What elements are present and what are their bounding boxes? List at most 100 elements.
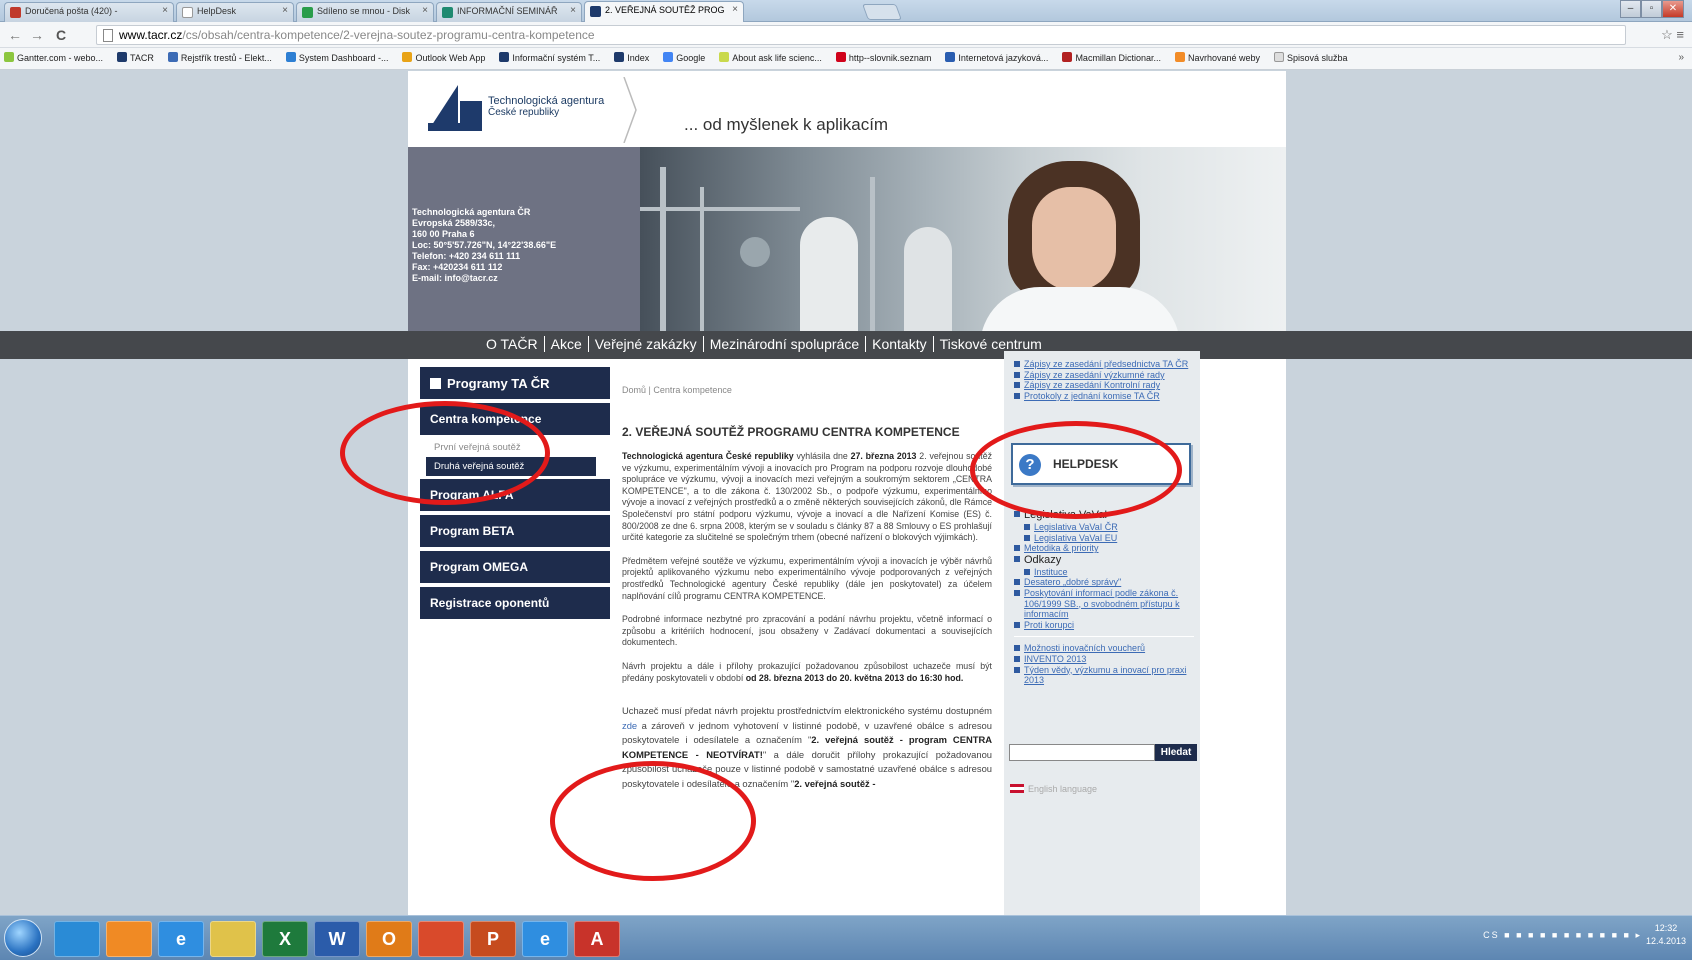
tab-close-icon[interactable]: ×	[732, 4, 738, 15]
star-icon[interactable]: ☆ ≡	[1661, 27, 1684, 43]
search-input[interactable]	[1009, 744, 1155, 761]
tab-close-icon[interactable]: ×	[422, 5, 428, 16]
bookmark-item[interactable]: Informační systém T...	[499, 52, 600, 63]
bookmark-item[interactable]: System Dashboard -...	[285, 52, 388, 63]
taskbar-app-icon[interactable]	[54, 921, 100, 957]
taskbar-app-icon[interactable]: A	[574, 921, 620, 957]
browser-tab[interactable]: HelpDesk ×	[176, 2, 294, 22]
taskbar-app-icon[interactable]	[418, 921, 464, 957]
minimize-button[interactable]: –	[1620, 0, 1641, 18]
bookmark-icon	[614, 52, 625, 62]
contact-info: Technologická agentura ČR Evropská 2589/3…	[412, 207, 556, 284]
bookmark-icon	[1174, 52, 1185, 62]
tacr-logo-icon[interactable]	[428, 85, 482, 131]
tab-close-icon[interactable]: ×	[162, 5, 168, 16]
bookmark-icon	[117, 52, 128, 62]
taskbar-app-icon[interactable]: e	[158, 921, 204, 957]
link-instituce[interactable]: Instituce	[1024, 567, 1194, 578]
language-indicator[interactable]: CS	[1483, 930, 1500, 940]
url-input[interactable]: www.tacr.cz/cs/obsah/centra-kompetence/2…	[96, 25, 1626, 45]
taskbar-app-icon[interactable]	[210, 921, 256, 957]
bookmarks-overflow-icon[interactable]: »	[1678, 52, 1684, 63]
left-menu-item[interactable]: Registrace oponentů	[420, 587, 610, 619]
forward-button[interactable]: →	[30, 27, 44, 43]
bookmark-icon	[1274, 52, 1285, 62]
taskbar-app-icon[interactable]	[106, 921, 152, 957]
link-vouchery[interactable]: Možnosti inovačních voucherů	[1014, 643, 1194, 654]
contact-box: Technologická agentura ČR Evropská 2589/3…	[408, 147, 640, 331]
right-link[interactable]: Zápisy ze zasedání Kontrolní rady	[1014, 380, 1194, 391]
topnav-item[interactable]: O TAČR	[480, 336, 545, 352]
main-content: Domů | Centra kompetence 2. VEŘEJNÁ SOUT…	[622, 367, 992, 792]
left-menu-item[interactable]: Program BETA	[420, 515, 610, 547]
bookmark-icon	[167, 52, 178, 62]
clock[interactable]: 12:32 12.4.2013	[1646, 922, 1686, 948]
bookmark-label: Rejstřík trestů - Elekt...	[180, 53, 272, 63]
english-link[interactable]: English language	[1028, 784, 1097, 794]
clock-date: 12.4.2013	[1645, 936, 1686, 946]
tab-close-icon[interactable]: ×	[570, 5, 576, 16]
taskbar-app-icon[interactable]: W	[314, 921, 360, 957]
browser-tab[interactable]: Sdíleno se mnou - Disk ×	[296, 2, 434, 22]
logo-line1: Technologická agentura	[488, 95, 605, 107]
bookmark-item[interactable]: Gantter.com - webo...	[4, 52, 103, 63]
bookmark-item[interactable]: TACR	[117, 52, 154, 63]
contact-line: Evropská 2589/33c,	[412, 218, 496, 228]
window-controls: – ▫ ✕	[1620, 0, 1684, 18]
bookmark-item[interactable]: About ask life scienc...	[719, 52, 822, 63]
link-odkazy[interactable]: Odkazy	[1014, 554, 1194, 567]
topnav-item[interactable]: Veřejné zakázky	[589, 336, 704, 352]
link-legislativa-cr[interactable]: Legislativa VaVaI ČR	[1024, 522, 1194, 533]
programs-menu-header[interactable]: Programy TA ČR	[420, 367, 610, 399]
uk-flag-icon	[1010, 784, 1024, 793]
bookmark-icon	[402, 52, 413, 62]
topnav-item[interactable]: Mezinárodní spolupráce	[704, 336, 867, 352]
link-legislativa-eu[interactable]: Legislativa VaVaI EU	[1024, 533, 1194, 544]
breadcrumb-current[interactable]: Centra kompetence	[653, 385, 732, 395]
taskbar-app-icon[interactable]: e	[522, 921, 568, 957]
bookmark-item[interactable]: Navrhované weby	[1174, 52, 1260, 63]
taskbar-app-icon[interactable]: O	[366, 921, 412, 957]
taskbar-app-icon[interactable]: X	[262, 921, 308, 957]
start-button[interactable]	[4, 919, 42, 957]
bookmark-item[interactable]: Internetová jazyková...	[945, 52, 1048, 63]
close-window-button[interactable]: ✕	[1662, 0, 1684, 18]
system-tray: CS ■ ■ ■ ■ ■ ■ ■ ■ ■ ■ ■ ▸	[1483, 930, 1642, 940]
bookmark-item[interactable]: Spisová služba	[1274, 52, 1348, 63]
bookmark-label: Index	[627, 53, 650, 63]
submission-link[interactable]: zde	[622, 720, 637, 731]
bookmark-item[interactable]: http--slovnik.seznam	[835, 52, 931, 63]
right-link[interactable]: Zápisy ze zasedání předsednictva TA ČR	[1014, 359, 1194, 370]
browser-tab[interactable]: Doručená pošta (420) - ×	[4, 2, 174, 22]
right-link[interactable]: Protokoly z jednání komise TA ČR	[1014, 391, 1194, 402]
link-desatero[interactable]: Desatero „dobré správy"	[1014, 577, 1194, 588]
taskbar-app-icon[interactable]: P	[470, 921, 516, 957]
tab-close-icon[interactable]: ×	[282, 5, 288, 16]
link-korupce[interactable]: Proti korupci	[1014, 620, 1194, 631]
topnav-item[interactable]: Akce	[545, 336, 589, 352]
bookmark-item[interactable]: Index	[614, 52, 649, 63]
bookmark-item[interactable]: Outlook Web App	[402, 52, 485, 63]
link-metodika[interactable]: Metodika & priority	[1014, 543, 1194, 554]
breadcrumb-home[interactable]: Domů	[622, 385, 646, 395]
link-poskytovani[interactable]: Poskytování informací podle zákona č. 10…	[1014, 588, 1194, 620]
left-menu-item[interactable]: Program OMEGA	[420, 551, 610, 583]
maximize-button[interactable]: ▫	[1641, 0, 1662, 18]
page-icon	[103, 29, 113, 42]
reload-button[interactable]: C	[56, 27, 66, 43]
bookmark-item[interactable]: Macmillan Dictionar...	[1062, 52, 1161, 63]
search-button[interactable]: Hledat	[1155, 744, 1197, 761]
bookmark-item[interactable]: Google	[663, 52, 705, 63]
browser-tab[interactable]: 2. VEŘEJNÁ SOUTĚŽ PROG ×	[584, 1, 744, 23]
right-link[interactable]: Zápisy ze zasedání výzkumné rady	[1014, 370, 1194, 381]
back-button[interactable]: ←	[8, 27, 22, 43]
topnav-item[interactable]: Kontakty	[866, 336, 934, 352]
language-switch[interactable]: English language	[1010, 784, 1097, 794]
link-tyden-vedy[interactable]: Týden vědy, výzkumu a inovací pro praxi …	[1014, 665, 1194, 686]
new-tab-button[interactable]	[862, 4, 902, 20]
topnav-item[interactable]: Tiskové centrum	[934, 336, 1048, 352]
bookmark-item[interactable]: Rejstřík trestů - Elekt...	[167, 52, 272, 63]
tab-label: 2. VEŘEJNÁ SOUTĚŽ PROG	[605, 5, 725, 15]
browser-tab[interactable]: INFORMAČNÍ SEMINÁŘ ×	[436, 2, 582, 22]
link-invento[interactable]: INVENTO 2013	[1014, 654, 1194, 665]
